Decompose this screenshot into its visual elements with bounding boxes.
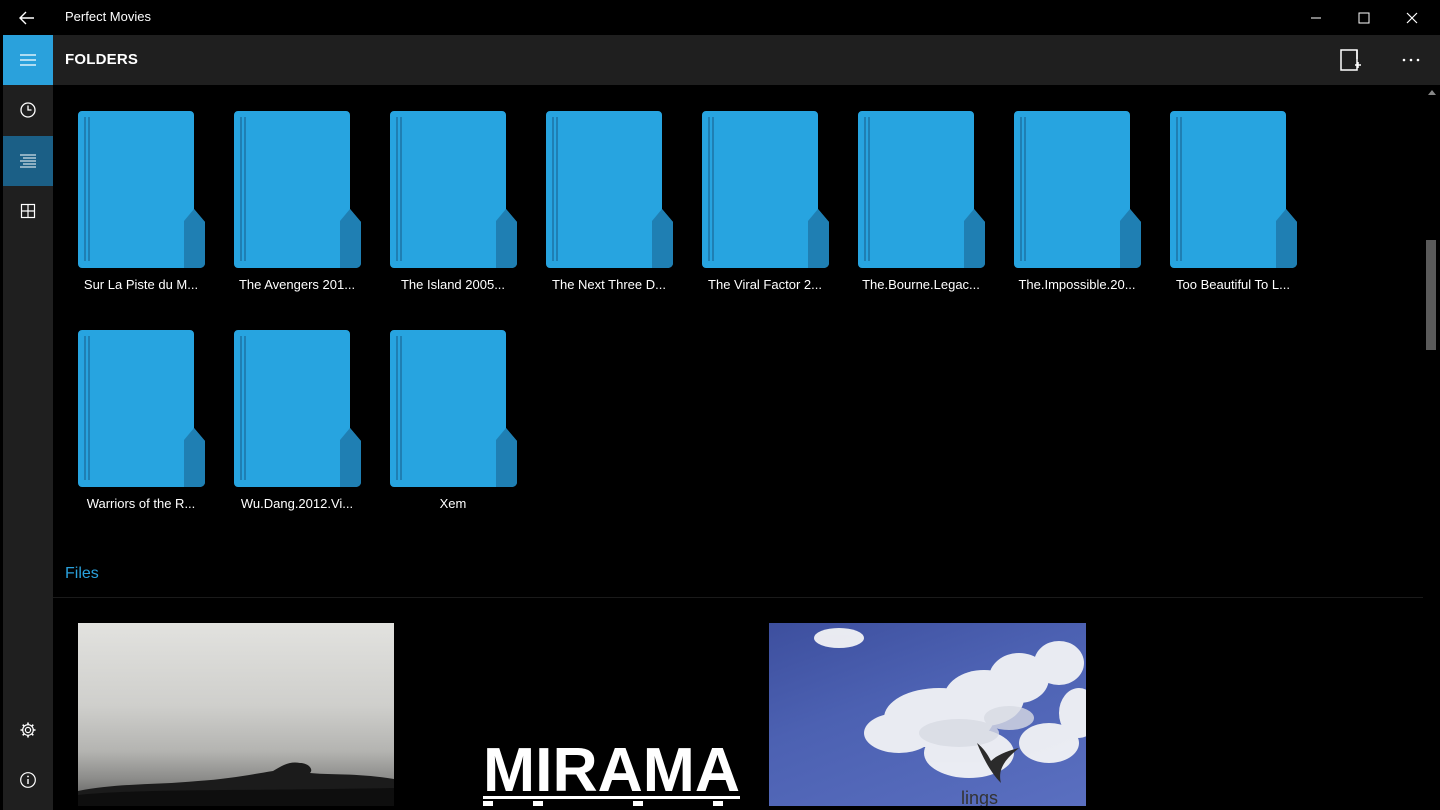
folder-label: The.Impossible.20... [1018,277,1136,292]
file-thumbnail[interactable] [78,623,394,806]
folder-icon [1170,111,1297,268]
folder-label: Too Beautiful To L... [1176,277,1290,292]
folder-icon [546,111,673,268]
folder-icon [858,111,985,268]
folder-label: Xem [439,496,467,511]
new-folder-icon [1340,49,1361,71]
app-title: Perfect Movies [65,9,151,24]
folder-label: Warriors of the R... [86,496,196,511]
files-section-title: Files [65,565,99,582]
folder-item[interactable]: Warriors of the R... [53,304,205,511]
more-icon [1402,58,1420,62]
about-button[interactable] [3,755,53,805]
maximize-icon [1358,12,1370,23]
list-icon [20,154,36,168]
maximize-button[interactable] [1340,0,1388,35]
folder-item[interactable]: The Next Three D... [521,85,673,292]
close-icon [1406,12,1418,23]
folder-item[interactable]: The.Bourne.Legac... [833,85,985,292]
hamburger-button[interactable] [3,35,53,85]
info-icon [20,772,36,788]
folder-label: The Next Three D... [552,277,666,292]
folder-label: The Viral Factor 2... [708,277,822,292]
scroll-up-button[interactable] [1423,85,1440,99]
folder-label: Sur La Piste du M... [83,277,199,292]
gear-icon [20,722,36,738]
folder-item[interactable]: The Viral Factor 2... [677,85,829,292]
folder-label: The Avengers 201... [238,277,356,292]
folder-icon [1014,111,1141,268]
sky-clouds-logo: lings [814,628,1086,806]
recent-button[interactable] [3,85,53,135]
more-options-button[interactable] [1387,35,1435,85]
folder-label: The Island 2005... [400,277,506,292]
folder-label: The.Bourne.Legac... [862,277,980,292]
vertical-scrollbar[interactable] [1423,85,1440,810]
folder-icon [234,111,361,268]
folder-item[interactable]: Wu.Dang.2012.Vi... [209,304,361,511]
back-button[interactable] [0,0,54,35]
grid-view-button[interactable] [3,186,53,236]
miramax-logo: MIRAMA [483,736,740,806]
folders-button[interactable] [3,136,53,186]
clock-icon [20,102,36,118]
folder-item[interactable]: The.Impossible.20... [989,85,1141,292]
grid-icon [20,203,36,219]
hamburger-icon [20,54,36,66]
landscape-silhouette [78,762,394,806]
folder-icon [702,111,829,268]
folder-item[interactable]: The Avengers 201... [209,85,361,292]
folder-icon [234,330,361,487]
folder-icon [390,111,517,268]
folder-label: Wu.Dang.2012.Vi... [240,496,354,511]
file-thumbnail[interactable]: MIRAMA [473,623,760,806]
minimize-button[interactable] [1292,0,1340,35]
folder-item[interactable]: The Island 2005... [365,85,517,292]
back-arrow-icon [19,11,34,24]
folder-icon [390,330,517,487]
title-bar: Perfect Movies [0,0,1440,35]
folder-item[interactable]: Too Beautiful To L... [1145,85,1297,292]
close-button[interactable] [1388,0,1436,35]
page-title: FOLDERS [65,51,139,68]
folder-item[interactable]: Xem [365,304,517,511]
logo-text: lings [961,788,998,806]
navigation-rail [3,35,53,810]
folder-item[interactable]: Sur La Piste du M... [53,85,205,292]
new-folder-button[interactable] [1326,35,1374,85]
file-thumbnail[interactable]: lings [769,623,1086,806]
page-header: FOLDERS [53,35,1440,85]
scroll-thumb[interactable] [1426,240,1436,350]
folder-icon [78,111,205,268]
folder-content: Sur La Piste du M... The Avengers 201... T… [53,85,1423,810]
caret-up-icon [1427,90,1436,95]
minimize-icon [1311,17,1321,18]
logo-text: MIRAMA [483,736,740,805]
settings-button[interactable] [3,705,53,755]
divider [53,597,1423,598]
folder-icon [78,330,205,487]
